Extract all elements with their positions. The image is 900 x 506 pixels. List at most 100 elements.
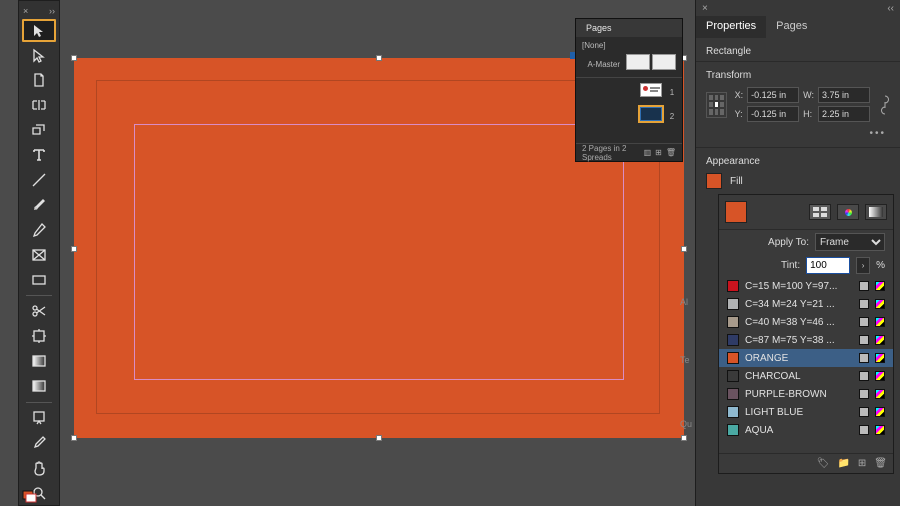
eyedropper-tool[interactable] — [22, 431, 56, 454]
swatch-item[interactable]: C=40 M=38 Y=46 ... — [719, 313, 893, 331]
scissors-tool[interactable] — [22, 300, 56, 323]
master-thumb-right[interactable] — [652, 54, 676, 70]
note-tool[interactable] — [22, 407, 56, 430]
rectangle-frame-tool[interactable] — [22, 243, 56, 266]
direct-selection-tool[interactable] — [22, 44, 56, 67]
sel-handle-tl[interactable] — [71, 55, 77, 61]
swatch-type-icon — [859, 281, 869, 291]
swatch-name: C=87 M=75 Y=38 ... — [745, 335, 853, 346]
swatch-type-icon — [859, 389, 869, 399]
tab-pages[interactable]: Pages — [766, 16, 817, 38]
swatch-item[interactable]: C=15 M=100 Y=97... — [719, 277, 893, 295]
swatch-name: AQUA — [745, 425, 853, 436]
fill-label: Fill — [730, 176, 743, 187]
selection-tool[interactable] — [22, 19, 56, 42]
swatch-mode-icon — [875, 371, 885, 381]
x-field[interactable] — [747, 87, 799, 103]
sel-handle-bl[interactable] — [71, 435, 77, 441]
type-tool[interactable] — [22, 144, 56, 167]
hollow-arrow-icon — [31, 48, 47, 64]
swatch-name: ORANGE — [745, 353, 853, 364]
page-icon — [31, 72, 47, 88]
inspector-collapse-icon[interactable]: ‹‹ — [887, 3, 894, 14]
page-2-thumb[interactable] — [640, 107, 662, 121]
master-thumb-left[interactable] — [626, 54, 650, 70]
page-tool[interactable] — [22, 69, 56, 92]
swatch-type-icon — [859, 407, 869, 417]
line-icon — [31, 172, 47, 188]
swatch-item[interactable]: C=87 M=75 Y=38 ... — [719, 331, 893, 349]
sel-handle-ml[interactable] — [71, 246, 77, 252]
swatch-item[interactable]: PURPLE-BROWN — [719, 385, 893, 403]
apply-to-select[interactable]: Frame — [815, 233, 885, 251]
y-field[interactable] — [747, 106, 799, 122]
gradient-feather-tool[interactable] — [22, 375, 56, 398]
mode-color-button[interactable] — [837, 204, 859, 220]
swatch-item[interactable]: LIGHT BLUE — [719, 403, 893, 421]
free-transform-tool[interactable] — [22, 325, 56, 348]
sel-handle-bc[interactable] — [376, 435, 382, 441]
tab-pages[interactable]: Pages — [582, 21, 616, 35]
toolbar-expand-icon[interactable]: ›› — [49, 6, 55, 16]
pencil-tool[interactable] — [22, 218, 56, 241]
page-2-label: 2 — [668, 112, 676, 121]
mode-gradient-button[interactable] — [865, 204, 887, 220]
y-label: Y: — [735, 109, 744, 119]
swatch-chip — [727, 280, 739, 292]
sel-handle-tc[interactable] — [376, 55, 382, 61]
line-tool[interactable] — [22, 169, 56, 192]
swatch-new-icon[interactable]: ⊞ — [858, 458, 866, 469]
swatch-search-icon[interactable]: 🏷 — [817, 458, 830, 469]
fill-stroke-indicator[interactable] — [23, 491, 35, 501]
pages-trash-icon[interactable]: 🗑 — [666, 148, 676, 157]
rectangle-tool[interactable] — [22, 268, 56, 291]
gradient-mode-icon — [869, 207, 883, 217]
toolbar: × ›› — [18, 0, 60, 506]
gap-tool[interactable] — [22, 94, 56, 117]
current-fill-swatch[interactable] — [725, 201, 747, 223]
w-field[interactable] — [818, 87, 870, 103]
swatch-item[interactable]: CHARCOAL — [719, 367, 893, 385]
gradient-swatch-tool[interactable] — [22, 350, 56, 373]
inspector-close-icon[interactable]: × — [702, 3, 708, 14]
swatch-type-icon — [859, 425, 869, 435]
swatch-item[interactable]: AQUA — [719, 421, 893, 439]
h-field[interactable] — [818, 106, 870, 122]
inspector-tabs: Properties Pages — [696, 16, 900, 38]
pages-new-icon[interactable]: ⊞ — [655, 148, 662, 157]
transform-section: Transform X: W: Y: H: ••• — [696, 61, 900, 147]
sel-handle-br[interactable] — [681, 435, 687, 441]
fill-swatch[interactable] — [706, 173, 722, 189]
h-label: H: — [803, 109, 814, 119]
master-a-label[interactable]: A-Master — [588, 60, 620, 69]
swatch-name: LIGHT BLUE — [745, 407, 853, 418]
toolbar-separator — [26, 295, 52, 296]
swatch-mode-icon — [875, 317, 885, 327]
tab-properties[interactable]: Properties — [696, 16, 766, 38]
pen-tool[interactable] — [22, 193, 56, 216]
collector-icon — [31, 122, 47, 138]
reference-point-grid[interactable] — [706, 92, 727, 118]
pages-opts-icon[interactable]: ▥ — [644, 148, 652, 157]
swatch-item[interactable]: ORANGE — [719, 349, 893, 367]
pages-panel-body: [None] A-Master 1 2 — [576, 37, 682, 143]
mode-swatches-button[interactable] — [809, 204, 831, 220]
pages-panel-tabs: Pages — [576, 19, 682, 37]
swatch-trash-icon[interactable]: 🗑 — [874, 458, 887, 469]
swatch-item[interactable]: C=34 M=24 Y=21 ... — [719, 295, 893, 313]
page-1-thumb[interactable] — [640, 83, 662, 97]
swatch-new-folder-icon[interactable]: 📁 — [837, 458, 849, 469]
hand-tool[interactable] — [22, 456, 56, 479]
pages-status: 2 Pages in 2 Spreads — [582, 144, 644, 162]
transform-more-icon[interactable]: ••• — [706, 128, 890, 139]
x-label: X: — [735, 90, 744, 100]
fill-swatch-popover: Apply To: Frame Tint: › % C=15 M=100 Y=9… — [718, 194, 894, 474]
type-t-icon — [31, 147, 47, 163]
swatch-type-icon — [859, 353, 869, 363]
master-none-row[interactable]: [None] — [582, 41, 676, 50]
tint-stepper-icon[interactable]: › — [856, 257, 870, 274]
constrain-proportions-icon[interactable] — [880, 92, 890, 118]
tint-field[interactable] — [806, 257, 850, 274]
content-collector-tool[interactable] — [22, 119, 56, 142]
toolbar-close-icon[interactable]: × — [23, 6, 28, 16]
